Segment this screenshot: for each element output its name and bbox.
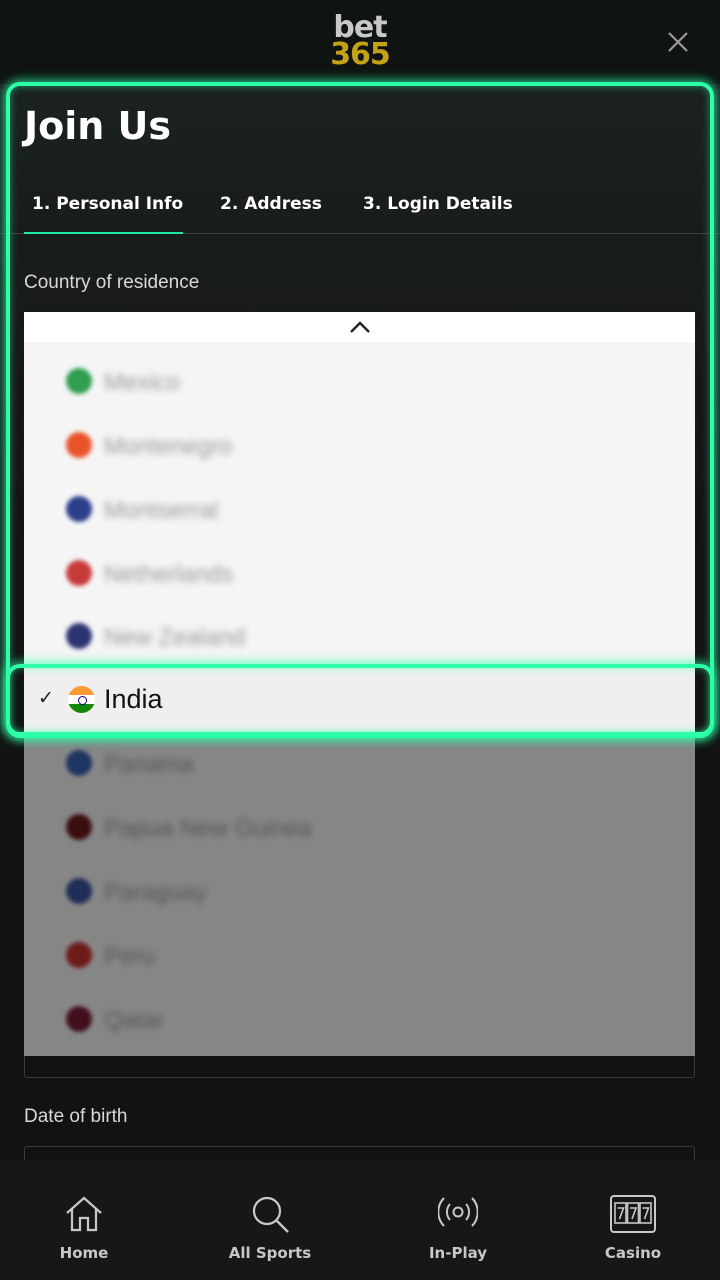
india-flag-icon: [68, 686, 95, 713]
date-of-birth-label: Date of birth: [24, 1106, 128, 1127]
nav-all-sports[interactable]: All Sports: [210, 1160, 330, 1280]
country-select-box[interactable]: [24, 1056, 695, 1078]
country-dropdown-list[interactable]: Mexico Montenegro Montserrat Netherlands…: [24, 312, 695, 1056]
country-option-mexico[interactable]: Mexico: [24, 350, 695, 412]
flag-icon: [66, 432, 92, 458]
country-name: Mexico: [104, 369, 181, 396]
flag-icon: [66, 368, 92, 394]
check-icon: ✓: [38, 688, 54, 709]
live-broadcast-icon: [438, 1197, 478, 1227]
dropdown-scroll-up[interactable]: [24, 312, 695, 342]
country-option-montenegro[interactable]: Montenegro: [24, 414, 695, 476]
country-name: Netherlands: [104, 561, 234, 588]
tab-personal-info[interactable]: 1. Personal Info: [23, 194, 184, 234]
nav-home-label: Home: [59, 1244, 109, 1262]
home-icon: [66, 1196, 102, 1232]
page-title: Join Us: [24, 104, 172, 148]
country-option-netherlands[interactable]: Netherlands: [24, 542, 695, 604]
top-bar: bet 365: [0, 0, 720, 84]
bet365-logo: bet 365: [328, 13, 392, 72]
country-option-montserrat[interactable]: Montserrat: [24, 478, 695, 540]
flag-icon: [66, 623, 92, 649]
tab-address[interactable]: 2. Address: [220, 194, 322, 214]
chevron-up-icon: [350, 321, 370, 333]
country-option-india-selected[interactable]: ✓ India: [24, 668, 695, 732]
country-name: Montenegro: [104, 433, 233, 460]
flag-icon: [66, 560, 92, 586]
nav-home[interactable]: Home: [24, 1160, 144, 1280]
close-icon: [668, 32, 688, 52]
dim-overlay: [24, 732, 695, 1056]
country-of-residence-label: Country of residence: [24, 272, 200, 293]
logo-text-bottom: 365: [330, 37, 391, 72]
bottom-navigation: Home All Sports In-Play Casino: [0, 1160, 720, 1280]
nav-all-sports-label: All Sports: [228, 1244, 312, 1262]
nav-casino[interactable]: Casino: [573, 1160, 693, 1280]
step-tabs: 1. Personal Info 2. Address 3. Login Det…: [0, 176, 720, 234]
country-name: Montserrat: [104, 497, 219, 524]
nav-casino-label: Casino: [604, 1244, 662, 1262]
nav-in-play-label: In-Play: [428, 1244, 488, 1262]
close-button[interactable]: [664, 28, 692, 56]
slot-machine-icon: [610, 1195, 656, 1233]
nav-in-play[interactable]: In-Play: [398, 1160, 518, 1280]
tab-login-details[interactable]: 3. Login Details: [363, 194, 513, 214]
search-icon: [252, 1196, 289, 1233]
flag-icon: [66, 496, 92, 522]
country-option-new-zealand[interactable]: New Zealand: [24, 605, 695, 667]
join-panel: Join Us 1. Personal Info 2. Address 3. L…: [0, 84, 720, 1166]
country-name: New Zealand: [104, 624, 246, 651]
selected-country-name: India: [104, 684, 163, 714]
